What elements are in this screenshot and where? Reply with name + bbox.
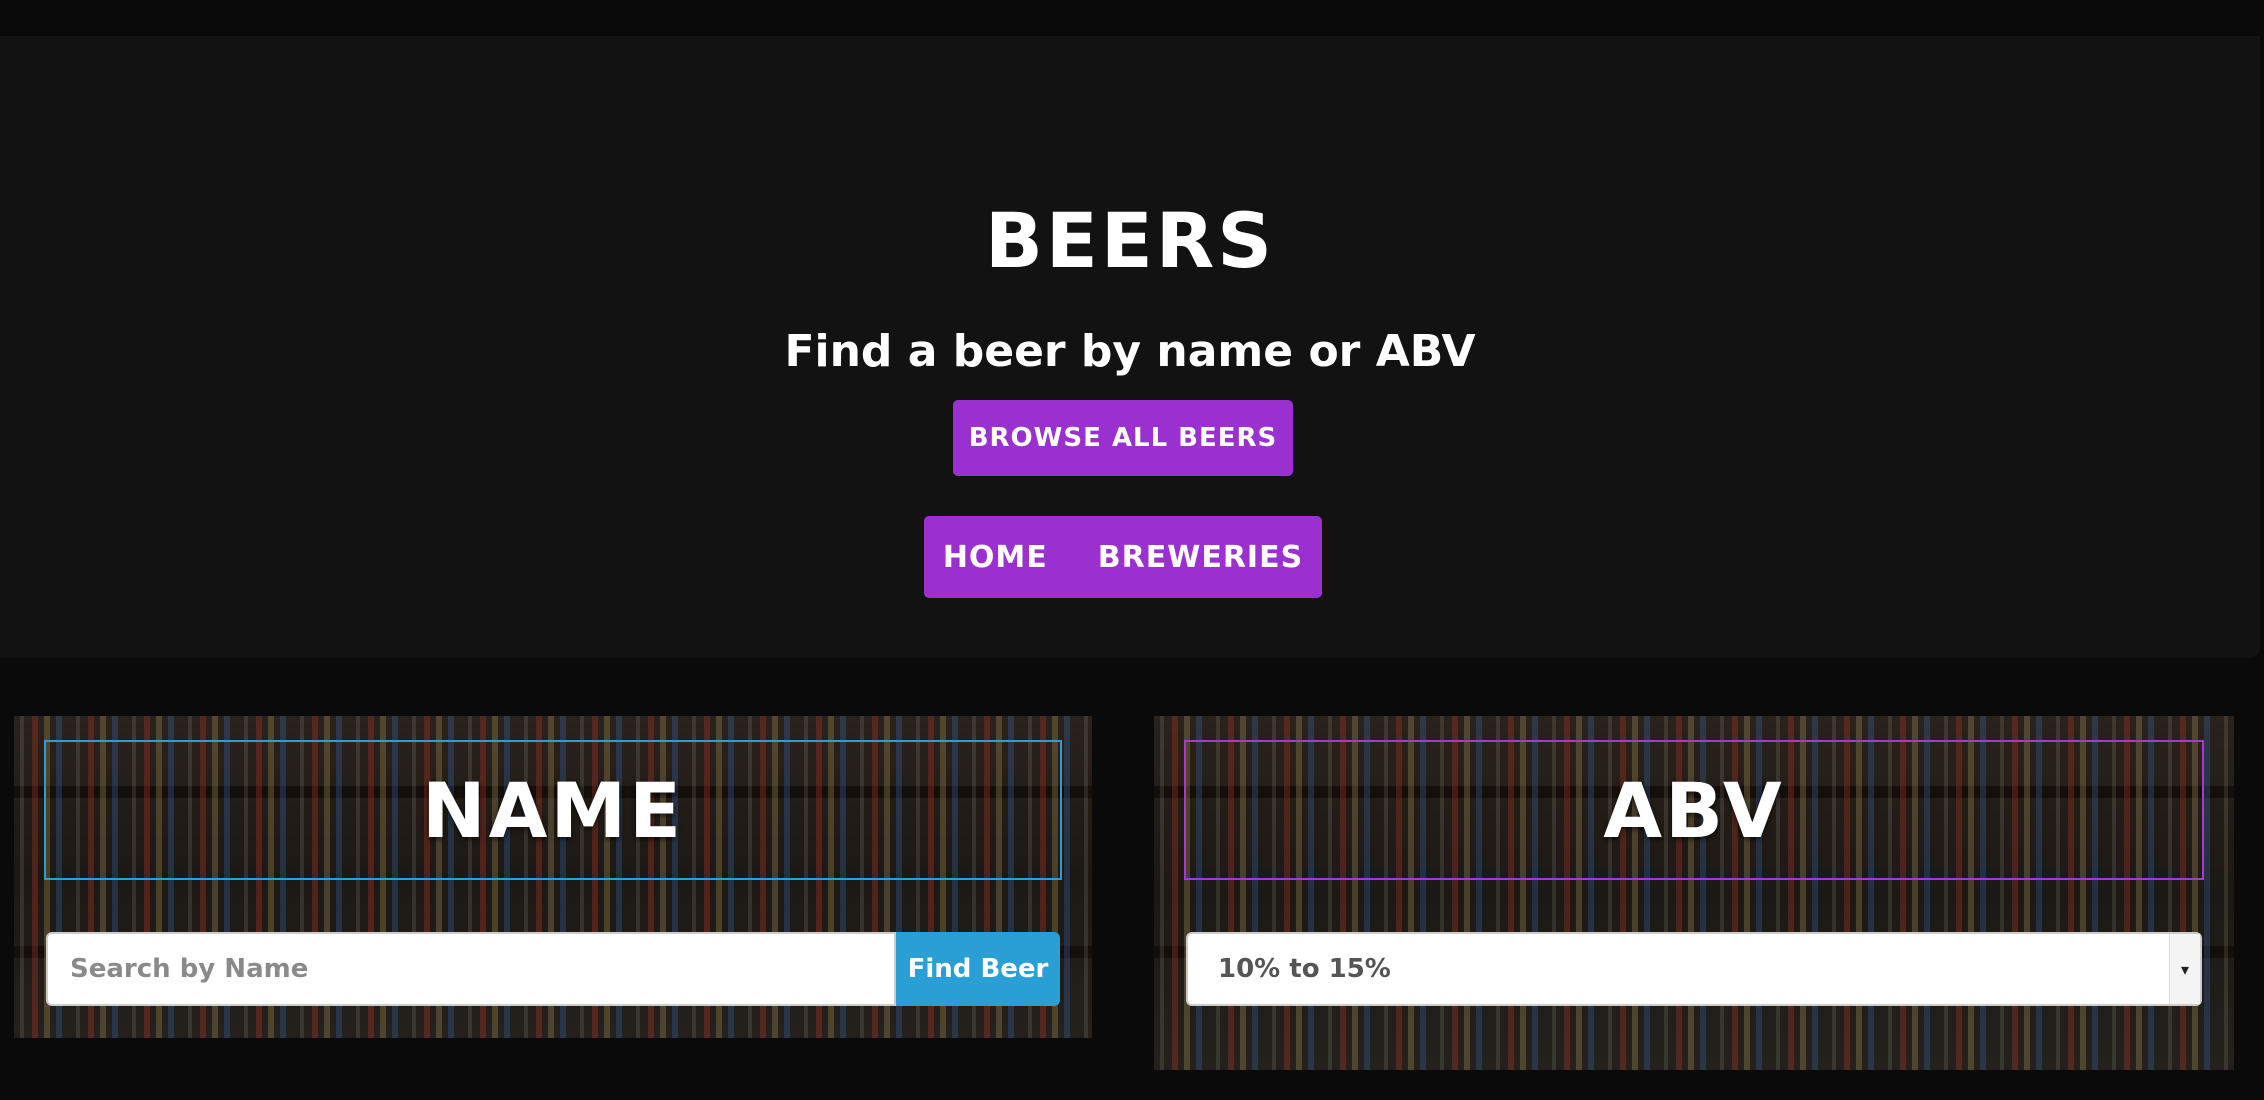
main-nav: HOME BREWERIES: [924, 516, 1322, 598]
name-search-form: Find Beer: [46, 932, 1060, 1006]
find-beer-button[interactable]: Find Beer: [896, 932, 1060, 1006]
caret-down-icon[interactable]: ▾: [2169, 934, 2200, 1004]
name-search-card: NAME Find Beer: [14, 716, 1092, 1038]
page-subtitle: Find a beer by name or ABV: [784, 326, 1476, 377]
abv-range-select[interactable]: 10% to 15% ▾: [1186, 932, 2202, 1006]
abv-search-card: ABV 10% to 15% ▾: [1154, 716, 2234, 1070]
name-search-input[interactable]: [46, 932, 896, 1006]
abv-card-title: ABV: [1184, 740, 2204, 880]
page-title: BEERS: [984, 196, 1276, 285]
nav-breweries-link[interactable]: BREWERIES: [1098, 540, 1303, 575]
browse-all-beers-button[interactable]: BROWSE ALL BEERS: [953, 400, 1293, 476]
nav-home-link[interactable]: HOME: [943, 540, 1048, 575]
abv-selected-value: 10% to 15%: [1218, 954, 1391, 984]
name-card-title: NAME: [44, 740, 1062, 880]
hero-section: BEERS Find a beer by name or ABV BROWSE …: [0, 36, 2260, 658]
